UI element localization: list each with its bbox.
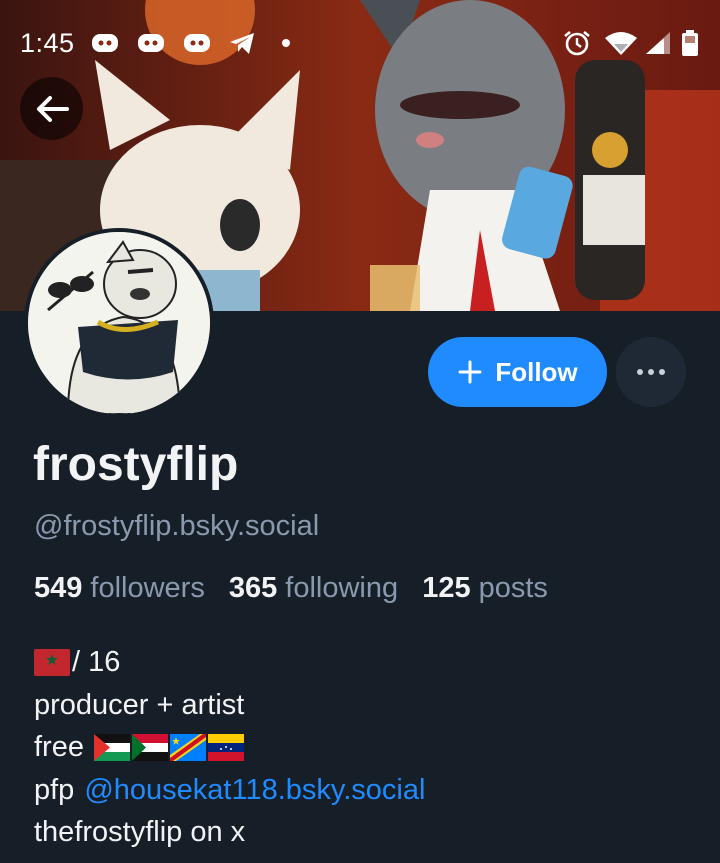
signal-icon bbox=[646, 32, 670, 54]
pfp-credit-link[interactable]: @housekat118.bsky.social bbox=[84, 769, 425, 812]
wifi-icon bbox=[605, 32, 637, 55]
bio-line: producer + artist bbox=[34, 684, 425, 727]
bio-line: free bbox=[34, 726, 425, 769]
profile-stats: 549 followers 365 following 125 posts bbox=[34, 572, 564, 605]
morocco-flag bbox=[34, 648, 70, 676]
following-count: 365 bbox=[228, 572, 278, 604]
ellipsis-icon bbox=[637, 369, 665, 375]
bio-pfp-label: pfp bbox=[34, 773, 75, 806]
posts-count: 125 bbox=[422, 572, 471, 604]
follow-label: Follow bbox=[495, 356, 578, 387]
followers-stat[interactable]: 549 followers bbox=[34, 572, 229, 604]
avatar-image bbox=[28, 232, 210, 414]
bio-line: / 16 bbox=[34, 641, 425, 684]
bio-age: / 16 bbox=[72, 646, 121, 678]
dr-congo-flag bbox=[169, 733, 206, 761]
profile-bio: / 16 producer + artist free pfp @houseka… bbox=[34, 641, 425, 854]
follow-button[interactable]: Follow bbox=[428, 337, 607, 407]
display-name: frostyflip bbox=[33, 438, 239, 491]
arrow-left-icon bbox=[36, 95, 69, 122]
battery-icon bbox=[682, 30, 698, 56]
followers-label: followers bbox=[90, 572, 205, 604]
telegram-icon bbox=[230, 33, 254, 54]
discord-icon bbox=[184, 34, 210, 52]
alarm-icon bbox=[564, 30, 590, 56]
status-time: 1:45 bbox=[20, 28, 75, 58]
palestine-flag bbox=[93, 733, 130, 761]
following-label: following bbox=[285, 572, 399, 604]
followers-count: 549 bbox=[34, 572, 83, 604]
plus-icon bbox=[458, 360, 482, 384]
bio-role: producer + artist bbox=[34, 688, 245, 721]
posts-label: posts bbox=[478, 572, 548, 604]
bio-free: free bbox=[34, 731, 84, 763]
discord-icon bbox=[138, 34, 164, 52]
dot-icon bbox=[282, 39, 290, 47]
discord-icon bbox=[92, 34, 118, 52]
back-button[interactable] bbox=[20, 77, 83, 140]
bio-line: thefrostyflip on x bbox=[34, 811, 425, 854]
bio-x-handle: thefrostyflip on x bbox=[34, 816, 246, 848]
sudan-flag bbox=[131, 733, 168, 761]
more-options-button[interactable] bbox=[616, 337, 686, 407]
bio-line: pfp @housekat118.bsky.social bbox=[34, 769, 425, 812]
status-bar: 1:45 bbox=[0, 0, 720, 88]
posts-stat: 125 posts bbox=[422, 572, 564, 604]
profile-handle: @frostyflip.bsky.social bbox=[34, 510, 320, 542]
following-stat[interactable]: 365 following bbox=[229, 572, 422, 604]
venezuela-flag bbox=[207, 733, 244, 761]
avatar[interactable] bbox=[24, 228, 214, 418]
